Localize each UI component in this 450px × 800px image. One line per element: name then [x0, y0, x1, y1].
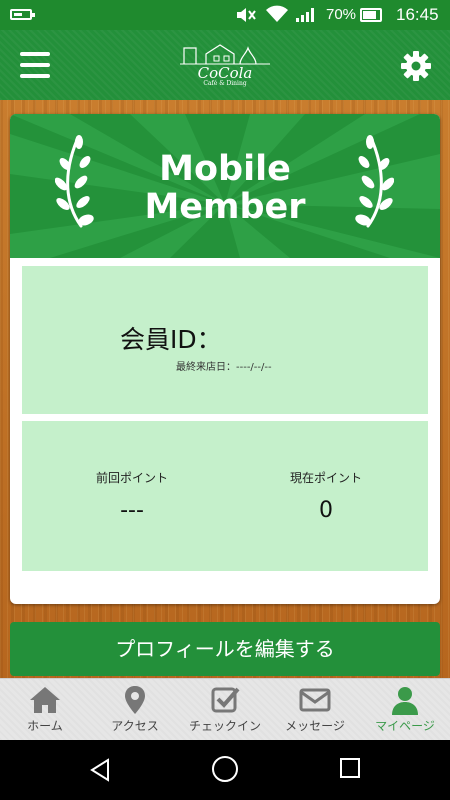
battery-icon: [360, 8, 382, 22]
app-header: CoCola Café & Dining: [0, 30, 450, 100]
checkin-icon: [211, 687, 240, 713]
previous-points-label: 前回ポイント: [95, 471, 168, 485]
current-points: 現在ポイント 0: [246, 469, 406, 523]
tab-messages-label: メッセージ: [285, 719, 345, 733]
gear-icon[interactable]: [400, 50, 432, 82]
hamburger-icon[interactable]: [20, 52, 50, 78]
home-icon: [30, 687, 60, 713]
map-pin-icon: [125, 686, 145, 714]
member-id-panel: 会員ID： 最終来店日：----/--/--: [22, 266, 428, 414]
signal-icon: [296, 8, 314, 22]
tab-home-label: ホーム: [27, 719, 63, 733]
tab-checkin[interactable]: チェックイン: [180, 679, 270, 741]
system-nav-bar: [0, 740, 450, 800]
tab-mypage[interactable]: マイページ: [360, 679, 450, 741]
wifi-icon: [266, 5, 288, 27]
bottom-tab-bar: ホーム アクセス チェックイン メッセージ マイページ: [0, 678, 450, 740]
recent-apps-icon[interactable]: [340, 758, 360, 778]
last-visit-date: 最終来店日：----/--/--: [176, 362, 272, 373]
back-icon[interactable]: [88, 758, 112, 782]
current-points-value: 0: [319, 498, 333, 523]
user-icon: [392, 687, 418, 715]
member-id-label: 会員ID：: [120, 325, 222, 354]
battery-percent: 70%: [326, 6, 357, 23]
tab-home[interactable]: ホーム: [0, 679, 90, 741]
member-banner: Mobile Member: [10, 114, 440, 258]
previous-points: 前回ポイント ---: [52, 469, 212, 523]
tab-mypage-label: マイページ: [375, 719, 435, 733]
points-panel: 前回ポイント --- 現在ポイント 0: [22, 421, 428, 571]
member-card: Mobile Member 会員ID： 最終来店日：----/--/-- 前回ポ…: [10, 114, 440, 604]
clock: 16:45: [396, 5, 439, 24]
tab-checkin-label: チェックイン: [188, 719, 261, 733]
current-points-label: 現在ポイント: [289, 471, 362, 485]
tab-access-label: アクセス: [111, 719, 159, 733]
logo: CoCola Café & Dining: [180, 42, 270, 90]
tab-access[interactable]: アクセス: [90, 679, 180, 741]
previous-points-value: ---: [120, 498, 144, 523]
house-logo-icon: [180, 44, 270, 65]
battery-saver-icon: [10, 9, 35, 20]
tab-messages[interactable]: メッセージ: [270, 679, 360, 741]
laurel-right-icon: [355, 135, 394, 228]
mail-icon: [299, 688, 331, 712]
status-bar: 70% 16:45: [0, 0, 450, 30]
edit-profile-button[interactable]: プロフィールを編集する: [10, 622, 440, 676]
logo-subtext: Café & Dining: [203, 80, 247, 87]
mute-icon: [236, 6, 256, 28]
home-nav-icon[interactable]: [212, 756, 238, 782]
